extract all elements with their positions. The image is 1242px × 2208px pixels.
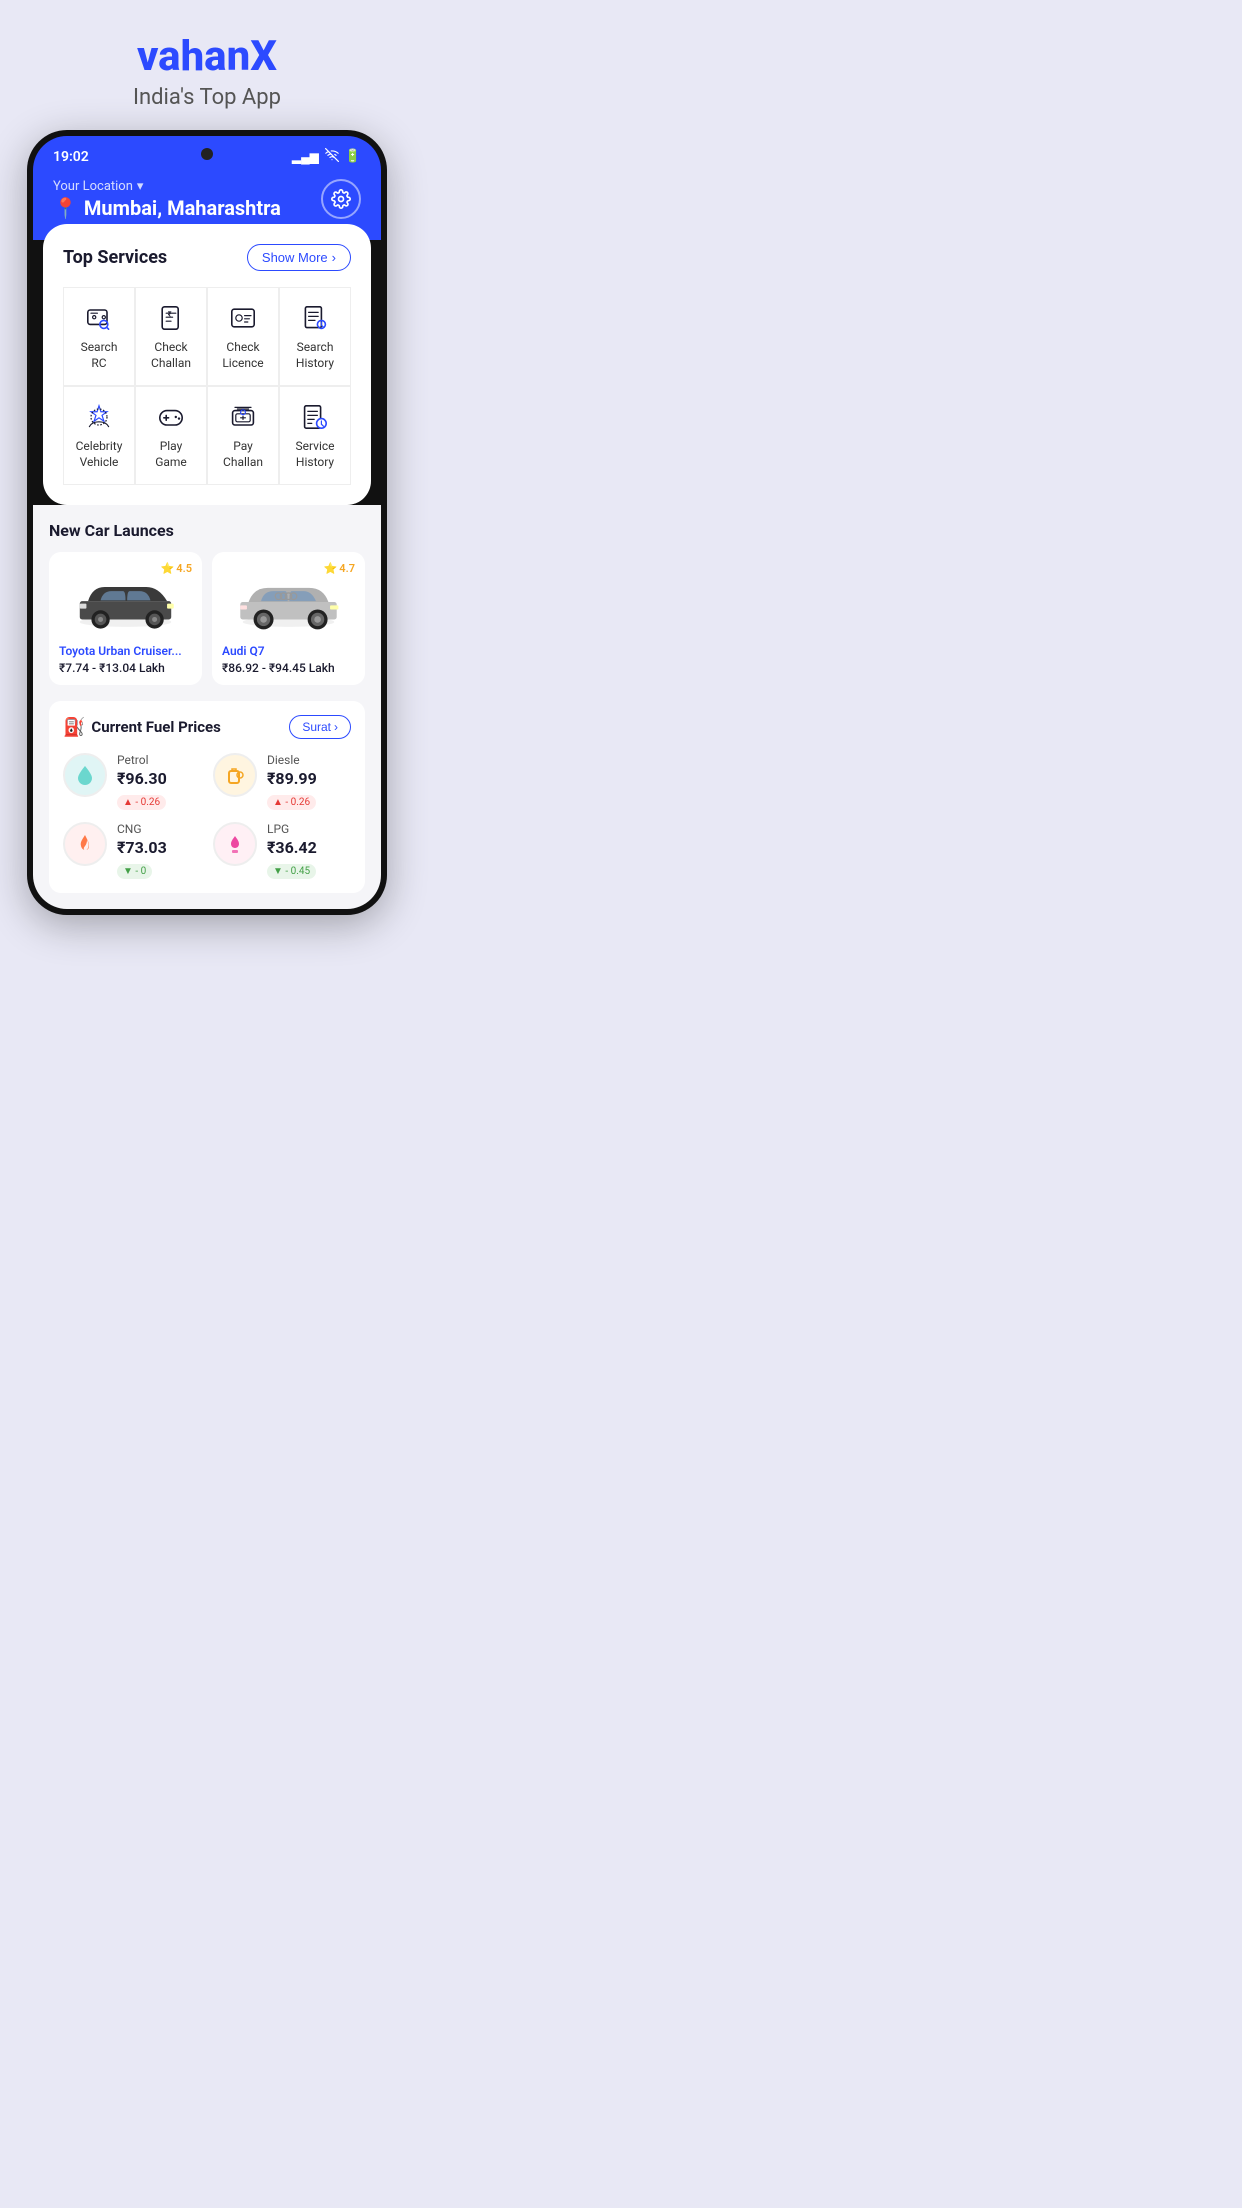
service-label: PlayGame: [155, 439, 187, 470]
location-row: Your Location ▾ 📍 Mumbai, Maharashtra: [53, 179, 361, 220]
phone-mockup: 19:02 ▂▄▆ 🔋 Your Location ▾: [27, 130, 387, 915]
star-icon: ⭐: [324, 562, 338, 575]
chevron-right-icon: ›: [334, 720, 338, 734]
cars-grid: ⭐ 4.5: [49, 552, 365, 685]
fuel-price: ₹36.42: [267, 838, 317, 857]
top-services-card: Top Services Show More ›: [43, 224, 371, 505]
diesel-pump-icon: [223, 763, 247, 787]
celebrity-icon: [83, 401, 115, 433]
new-cars-title: New Car Launces: [49, 521, 365, 540]
services-grid: SearchRC ₹ CheckChallan: [63, 287, 351, 485]
car-price: ₹86.92 - ₹94.45 Lakh: [222, 661, 355, 675]
car-image-wrapper: ⭐ 4.5: [59, 562, 192, 636]
fuel-name: Petrol: [117, 753, 167, 767]
settings-button[interactable]: [321, 179, 361, 219]
fuel-header: ⛽ Current Fuel Prices Surat ›: [63, 715, 351, 739]
show-more-button[interactable]: Show More ›: [247, 244, 351, 271]
status-time: 19:02: [53, 149, 89, 165]
location-label: Your Location ▾: [53, 179, 281, 194]
service-label: CheckChallan: [151, 340, 191, 371]
service-service-history[interactable]: ServiceHistory: [279, 386, 351, 485]
check-licence-icon: [227, 302, 259, 334]
fuel-item-petrol: Petrol ₹96.30 ▲ - 0.26: [63, 753, 201, 810]
cng-info: CNG ₹73.03 ▼ - 0: [117, 822, 167, 879]
fuel-name: Diesle: [267, 753, 317, 767]
petrol-drop-icon: [73, 763, 97, 787]
check-challan-icon: ₹: [155, 302, 187, 334]
gear-icon: [331, 189, 351, 209]
service-label: PayChallan: [223, 439, 263, 470]
service-label: SearchRC: [81, 340, 118, 371]
diesel-icon-circle: [213, 753, 257, 797]
location-city: 📍 Mumbai, Maharashtra: [53, 196, 281, 220]
fuel-change: ▲ - 0.26: [117, 795, 166, 810]
car-name: Toyota Urban Cruiser...: [59, 644, 192, 658]
car-rating: ⭐ 4.7: [324, 562, 355, 575]
fuel-name: CNG: [117, 822, 167, 836]
car-name: Audi Q7: [222, 644, 355, 658]
car-card-audi[interactable]: ⭐ 4.7: [212, 552, 365, 685]
petrol-icon-circle: [63, 753, 107, 797]
battery-icon: 🔋: [345, 149, 361, 164]
star-icon: ⭐: [161, 562, 175, 575]
fuel-name: LPG: [267, 822, 317, 836]
petrol-info: Petrol ₹96.30 ▲ - 0.26: [117, 753, 167, 810]
service-play-game[interactable]: PlayGame: [135, 386, 207, 485]
service-search-rc[interactable]: SearchRC: [63, 287, 135, 386]
cng-icon-circle: [63, 822, 107, 866]
car-card-toyota[interactable]: ⭐ 4.5: [49, 552, 202, 685]
fuel-pump-icon: ⛽: [63, 717, 85, 738]
service-check-challan[interactable]: ₹ CheckChallan: [135, 287, 207, 386]
city-select-button[interactable]: Surat ›: [289, 715, 351, 739]
fuel-price: ₹89.99: [267, 769, 317, 788]
lpg-icon: [223, 832, 247, 856]
fuel-change: ▼ - 0.45: [267, 864, 316, 879]
status-icons: ▂▄▆ 🔋: [292, 148, 361, 165]
service-label: CheckLicence: [222, 340, 263, 371]
fuel-grid: Petrol ₹96.30 ▲ - 0.26: [63, 753, 351, 879]
fuel-price: ₹73.03: [117, 838, 167, 857]
svg-text:₹: ₹: [168, 309, 172, 318]
brand-name: vahanX: [133, 32, 281, 81]
service-check-licence[interactable]: CheckLicence: [207, 287, 279, 386]
lpg-info: LPG ₹36.42 ▼ - 0.45: [267, 822, 317, 879]
car-rating: ⭐ 4.5: [161, 562, 192, 575]
fuel-change: ▼ - 0: [117, 864, 152, 879]
service-label: CelebrityVehicle: [76, 439, 123, 470]
car-image-wrapper: ⭐ 4.7: [222, 562, 355, 636]
wifi-icon: [325, 148, 339, 165]
service-celebrity-vehicle[interactable]: CelebrityVehicle: [63, 386, 135, 485]
services-section-header: Top Services Show More ›: [63, 244, 351, 271]
service-search-history[interactable]: SearchHistory: [279, 287, 351, 386]
game-icon: [155, 401, 187, 433]
fuel-change: ▲ - 0.26: [267, 795, 316, 810]
service-history-icon: [299, 401, 331, 433]
fuel-item-diesel: Diesle ₹89.99 ▲ - 0.26: [213, 753, 351, 810]
fuel-price: ₹96.30: [117, 769, 167, 788]
brand-subtitle: India's Top App: [133, 85, 281, 110]
app-branding: vahanX India's Top App: [133, 0, 281, 130]
service-label: SearchHistory: [296, 340, 334, 371]
chevron-right-icon: ›: [332, 250, 336, 265]
service-pay-challan[interactable]: PayChallan: [207, 386, 279, 485]
fuel-item-cng: CNG ₹73.03 ▼ - 0: [63, 822, 201, 879]
pin-icon: 📍: [53, 196, 78, 220]
search-rc-icon: [83, 302, 115, 334]
cng-flame-icon: [73, 832, 97, 856]
fuel-prices-card: ⛽ Current Fuel Prices Surat ›: [49, 701, 365, 893]
diesel-info: Diesle ₹89.99 ▲ - 0.26: [267, 753, 317, 810]
phone-content: New Car Launces ⭐ 4.5: [33, 505, 381, 909]
fuel-item-lpg: LPG ₹36.42 ▼ - 0.45: [213, 822, 351, 879]
fuel-title: ⛽ Current Fuel Prices: [63, 717, 221, 738]
signal-icon: ▂▄▆: [292, 150, 319, 164]
service-label: ServiceHistory: [295, 439, 334, 470]
chevron-down-icon: ▾: [137, 179, 144, 194]
lpg-icon-circle: [213, 822, 257, 866]
pay-challan-icon: [227, 401, 259, 433]
services-title: Top Services: [63, 247, 167, 268]
search-history-icon: [299, 302, 331, 334]
car-price: ₹7.74 - ₹13.04 Lakh: [59, 661, 192, 675]
camera-notch: [201, 148, 213, 160]
